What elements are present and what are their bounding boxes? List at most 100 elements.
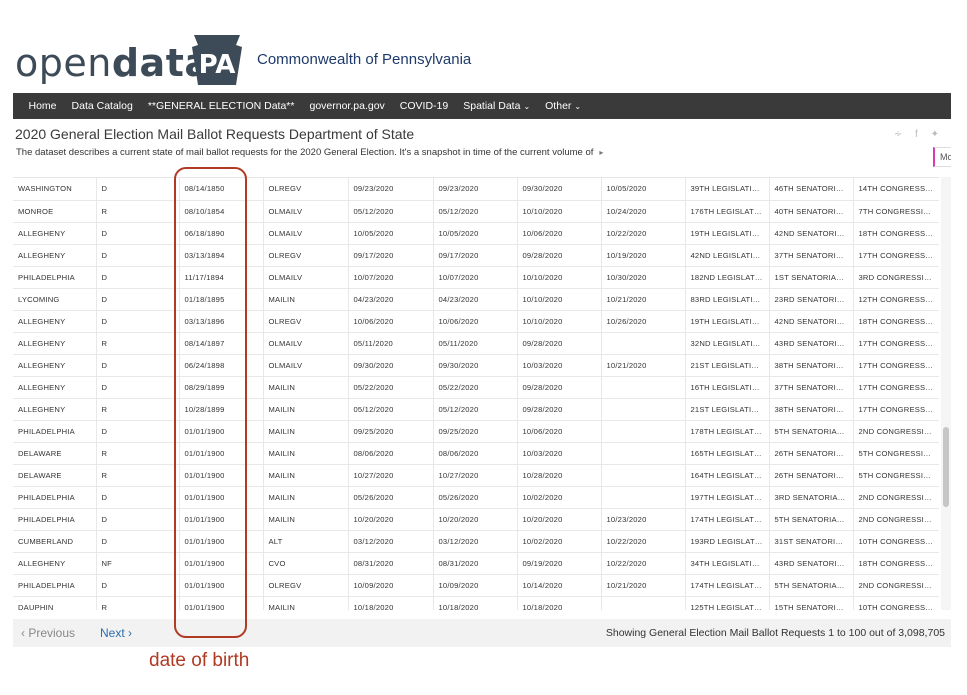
table-cell: 3RD CONGRESSIO... (853, 266, 939, 289)
table-cell: ALLEGHENY (13, 354, 97, 377)
table-cell: 10/20/2020 (517, 508, 602, 531)
table-cell: 39TH LEGISLATIVE... (685, 178, 770, 201)
table-cell: 10/22/2020 (601, 552, 686, 575)
table-row[interactable]: ALLEGHENY D 03/13/1894 OLREGV 09/17/2020 09/1… (13, 244, 939, 267)
table-cell: 09/23/2020 (433, 178, 518, 201)
social-links: ∻ f ✦ (884, 129, 939, 140)
table-cell: 16TH LEGISLATIVE... (685, 376, 770, 399)
table-cell: D (96, 178, 180, 201)
table-cell: 05/22/2020 (348, 376, 434, 399)
table-cell: PHILADELPHIA (13, 574, 97, 597)
table-row[interactable]: ALLEGHENY D 06/24/1898 OLMAILV 09/30/2020 09/… (13, 354, 939, 377)
table-cell: 38TH SENATORIAL... (769, 354, 854, 377)
table-row[interactable]: ALLEGHENY D 08/29/1899 MAILIN 05/22/2020 05/2… (13, 376, 939, 399)
table-cell: 10/07/2020 (433, 266, 518, 289)
table-cell: 05/11/2020 (348, 332, 434, 355)
table-cell: 09/28/2020 (517, 398, 602, 421)
table-cell: MAILIN (263, 596, 349, 610)
table-cell: D (96, 508, 180, 531)
nav-data-catalog[interactable]: Data Catalog (64, 100, 140, 112)
table-cell: 09/30/2020 (517, 178, 602, 201)
previous-button[interactable]: ‹ Previous (21, 626, 75, 640)
table-cell: 08/06/2020 (433, 442, 518, 465)
table-cell: 10/21/2020 (601, 288, 686, 311)
table-cell: 23RD SENATORIAL... (769, 288, 854, 311)
site-logo[interactable]: opendata (15, 41, 211, 85)
table-row[interactable]: ALLEGHENY R 10/28/1899 MAILIN 05/12/2020 05/1… (13, 398, 939, 421)
nav-spatial-data[interactable]: Spatial Data ⌄ (456, 100, 538, 112)
table-cell: 10/05/2020 (601, 178, 686, 201)
nav-general-election-data[interactable]: **GENERAL ELECTION Data** (140, 100, 302, 112)
table-cell: MAILIN (263, 288, 349, 311)
table-cell: OLMAILV (263, 354, 349, 377)
table-cell: 10/02/2020 (517, 486, 602, 509)
table-row[interactable]: WASHINGTON D 08/14/1850 OLREGV 09/23/2020 09/… (13, 178, 939, 201)
table-row[interactable]: PHILADELPHIA D 01/01/1900 OLREGV 10/09/2020 1… (13, 574, 939, 597)
table-row[interactable]: DELAWARE R 01/01/1900 MAILIN 08/06/2020 08/06… (13, 442, 939, 465)
more-button[interactable]: Mor (933, 147, 951, 167)
table-row[interactable]: PHILADELPHIA D 01/01/1900 MAILIN 10/20/2020 1… (13, 508, 939, 531)
table-row[interactable]: CUMBERLAND D 01/01/1900 ALT 03/12/2020 03/12/… (13, 530, 939, 553)
scrollbar-thumb[interactable] (943, 427, 949, 507)
table-cell: 10/19/2020 (601, 244, 686, 267)
table-cell: MAILIN (263, 486, 349, 509)
expand-arrow-icon[interactable]: ▸ (599, 148, 603, 157)
dataset-title: 2020 General Election Mail Ballot Reques… (15, 126, 415, 142)
table-row[interactable]: ALLEGHENY D 06/18/1890 OLMAILV 10/05/2020 10/… (13, 222, 939, 245)
table-cell: 09/23/2020 (348, 178, 434, 201)
table-cell: 42ND SENATORIA... (769, 222, 854, 245)
table-cell: OLMAILV (263, 200, 349, 223)
table-cell: 10/03/2020 (517, 354, 602, 377)
table-cell: DAUPHIN (13, 596, 97, 610)
table-cell: 04/23/2020 (348, 288, 434, 311)
table-row[interactable]: DELAWARE R 01/01/1900 MAILIN 10/27/2020 10/27… (13, 464, 939, 487)
table-cell: NF (96, 552, 180, 575)
table-cell: 15TH SENATORIAL... (769, 596, 854, 610)
table-row[interactable]: ALLEGHENY D 03/13/1896 OLREGV 10/06/2020 10/0… (13, 310, 939, 333)
table-cell: 40TH SENATORIAL... (769, 200, 854, 223)
table-cell: 46TH SENATORIAL... (769, 178, 854, 201)
table-cell: D (96, 530, 180, 553)
next-button[interactable]: Next › (100, 626, 132, 640)
table-cell: 09/28/2020 (517, 376, 602, 399)
table-row[interactable]: ALLEGHENY R 08/14/1897 OLMAILV 05/11/2020 05/… (13, 332, 939, 355)
table-row[interactable]: LYCOMING D 01/18/1895 MAILIN 04/23/2020 04/23… (13, 288, 939, 311)
table-row[interactable]: DAUPHIN R 01/01/1900 MAILIN 10/18/2020 10/18/… (13, 596, 939, 610)
table-cell: R (96, 398, 180, 421)
table-cell: 2ND CONGRESSIO... (853, 420, 939, 443)
table-row[interactable]: MONROE R 08/10/1854 OLMAILV 05/12/2020 05/12/… (13, 200, 939, 223)
table-cell: 18TH CONGRESSI... (853, 552, 939, 575)
pa-keystone-logo[interactable]: PA (188, 31, 246, 89)
table-row[interactable]: PHILADELPHIA D 01/01/1900 MAILIN 05/26/2020 0… (13, 486, 939, 509)
table-cell: 5TH CONGRESSIO... (853, 442, 939, 465)
table-cell: 10/14/2020 (517, 574, 602, 597)
app-frame: opendata PA Commonwealth of Pennsylvania… (13, 27, 951, 647)
table-row[interactable]: ALLEGHENY NF 01/01/1900 CVO 08/31/2020 08/31/… (13, 552, 939, 575)
table-cell: 42ND SENATORIA... (769, 310, 854, 333)
twitter-icon[interactable]: ✦ (931, 129, 939, 140)
table-cell: 10/07/2020 (348, 266, 434, 289)
table-cell: 165TH LEGISLATIV... (685, 442, 770, 465)
table-cell: 193RD LEGISLATIV... (685, 530, 770, 553)
table-row[interactable]: PHILADELPHIA D 11/17/1894 OLMAILV 10/07/2020… (13, 266, 939, 289)
table-cell: 2ND CONGRESSIO... (853, 574, 939, 597)
table-row[interactable]: PHILADELPHIA D 01/01/1900 MAILIN 09/25/2020 0… (13, 420, 939, 443)
table-cell: MAILIN (263, 376, 349, 399)
table-scrollbar[interactable] (941, 177, 951, 610)
table-cell: 2ND CONGRESSIO... (853, 486, 939, 509)
nav-covid19[interactable]: COVID-19 (392, 100, 455, 112)
table-cell: 10/05/2020 (348, 222, 434, 245)
table-cell: 09/30/2020 (433, 354, 518, 377)
table-cell: 10/06/2020 (517, 420, 602, 443)
nav-governor[interactable]: governor.pa.gov (302, 100, 392, 112)
rss-icon[interactable]: ∻ (894, 129, 902, 140)
facebook-icon[interactable]: f (915, 129, 918, 140)
table-cell: DELAWARE (13, 442, 97, 465)
table-cell: D (96, 244, 180, 267)
nav-other[interactable]: Other ⌄ (538, 100, 589, 112)
table-cell: 10/02/2020 (517, 530, 602, 553)
table-cell: 08/06/2020 (348, 442, 434, 465)
date-of-birth-annotation: date of birth (149, 650, 250, 671)
table-cell: 12TH CONGRESSI... (853, 288, 939, 311)
nav-home[interactable]: Home (21, 100, 64, 112)
